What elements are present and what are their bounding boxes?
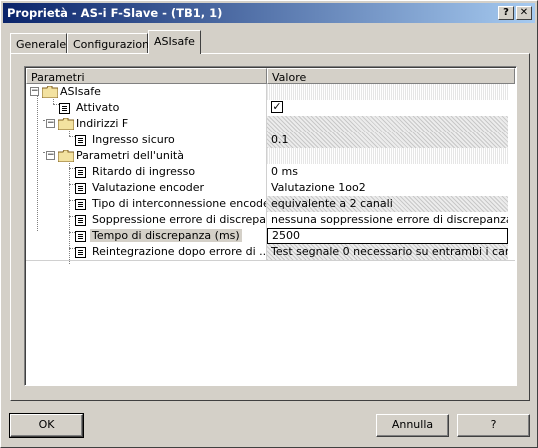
row-value <box>267 116 508 132</box>
tree-row-ingresso-sicuro[interactable]: Ingresso sicuro 0.1 <box>26 132 515 148</box>
tree-row-soppressione-errore[interactable]: Soppressione errore di discrepanza nessu… <box>26 212 515 228</box>
grid-header: Parametri Valore <box>26 68 515 84</box>
row-value: 0.1 <box>267 132 508 148</box>
row-value[interactable]: 0 ms <box>267 164 508 180</box>
close-button[interactable]: ✕ <box>516 6 532 20</box>
title-bar[interactable]: Proprietà - AS-i F-Slave - (TB1, 1) ? ✕ <box>3 3 535 23</box>
parameter-icon <box>75 135 86 146</box>
parameter-icon <box>75 247 86 258</box>
row-label: Tipo di interconnessione encoder <box>92 197 266 210</box>
row-label: Ingresso sicuro <box>92 133 175 146</box>
row-value: equivalente a 2 canali <box>267 196 508 212</box>
row-value <box>267 84 508 100</box>
row-value[interactable]: nessuna soppressione errore di discrepan… <box>267 212 508 228</box>
tab-asisafe[interactable]: ASIsafe <box>148 30 201 54</box>
parameter-grid: Parametri Valore − ASIsafe Attivato ✓ − … <box>24 66 517 386</box>
folder-icon <box>58 150 74 162</box>
collapse-icon[interactable]: − <box>46 151 55 160</box>
row-label: Indirizzi F <box>76 117 129 130</box>
row-label: Attivato <box>76 101 120 114</box>
folder-icon <box>42 86 58 98</box>
column-header-valore[interactable]: Valore <box>267 68 515 84</box>
parameter-icon <box>75 215 86 226</box>
properties-dialog: Proprietà - AS-i F-Slave - (TB1, 1) ? ✕ … <box>0 0 538 448</box>
column-header-parametri[interactable]: Parametri <box>26 68 267 84</box>
row-value[interactable]: ✓ <box>267 100 508 116</box>
tree-row-asisafe[interactable]: − ASIsafe <box>26 84 515 100</box>
help-title-button[interactable]: ? <box>498 6 514 20</box>
parameter-icon <box>75 199 86 210</box>
tree-row-ritardo-ingresso[interactable]: Ritardo di ingresso 0 ms <box>26 164 515 180</box>
tree-row-tipo-interconnessione[interactable]: Tipo di interconnessione encoder equival… <box>26 196 515 212</box>
parameter-icon <box>75 231 86 242</box>
row-label: ASIsafe <box>60 85 101 98</box>
tree-row-attivato[interactable]: Attivato ✓ <box>26 100 515 116</box>
parameter-icon <box>59 103 70 114</box>
tree-row-indirizzi-f[interactable]: − Indirizzi F <box>26 116 515 132</box>
collapse-icon[interactable]: − <box>46 119 55 128</box>
tab-generale[interactable]: Generale <box>10 33 67 53</box>
tab-panel: Parametri Valore − ASIsafe Attivato ✓ − … <box>10 53 530 401</box>
collapse-icon[interactable]: − <box>30 87 39 96</box>
folder-icon <box>58 118 74 130</box>
tree-row-tempo-discrepanza[interactable]: Tempo di discrepanza (ms) 2500 <box>26 228 515 244</box>
tempo-discrepanza-input[interactable]: 2500 <box>267 228 508 244</box>
tree-row-reintegrazione[interactable]: Reintegrazione dopo errore di ... Test s… <box>26 244 515 260</box>
tree-row-parametri-unita[interactable]: − Parametri dell'unità <box>26 148 515 164</box>
cancel-button[interactable]: Annulla <box>376 414 449 437</box>
attivato-checkbox[interactable]: ✓ <box>271 101 283 113</box>
row-label: Soppressione errore di discrepanza <box>92 213 266 226</box>
row-label: Valutazione encoder <box>92 181 205 194</box>
ok-button[interactable]: OK <box>9 413 84 438</box>
row-label: Tempo di discrepanza (ms) <box>90 229 242 242</box>
tree-row-valutazione-encoder[interactable]: Valutazione encoder Valutazione 1oo2 <box>26 180 515 196</box>
row-label: Reintegrazione dopo errore di ... <box>92 245 266 258</box>
row-value <box>267 148 508 164</box>
help-button[interactable]: ? <box>457 414 530 437</box>
row-label: Ritardo di ingresso <box>92 165 196 178</box>
row-value: Test segnale 0 necessario su entrambi i … <box>267 244 508 260</box>
row-label: Parametri dell'unità <box>76 149 184 162</box>
parameter-icon <box>75 183 86 194</box>
window-title: Proprietà - AS-i F-Slave - (TB1, 1) <box>7 6 223 20</box>
parameter-icon <box>75 167 86 178</box>
tab-configurazione[interactable]: Configurazione <box>67 33 156 53</box>
row-value[interactable]: Valutazione 1oo2 <box>267 180 508 196</box>
